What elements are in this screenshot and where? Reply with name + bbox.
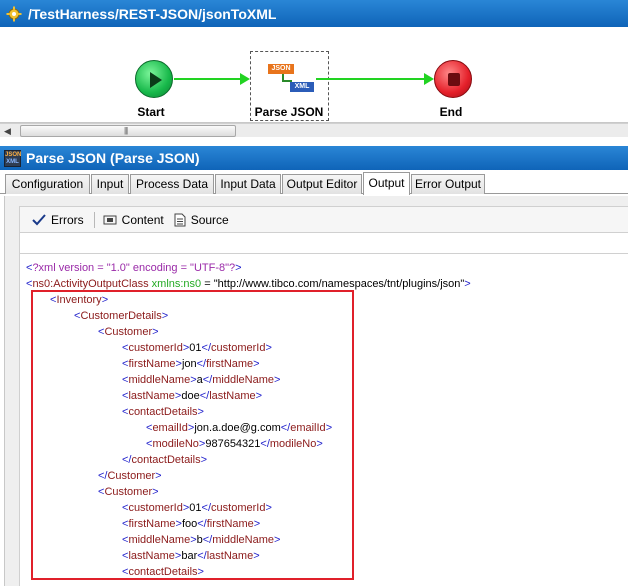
highlight-box	[31, 290, 354, 580]
xml-badge-icon: XML	[290, 82, 314, 92]
horizontal-scrollbar[interactable]: ◀ |||	[0, 123, 628, 137]
window-title: /TestHarness/REST-JSON/jsonToXML	[28, 5, 277, 22]
tab-output-editor[interactable]: Output Editor	[282, 174, 362, 194]
json-xml-icon: JSON XML	[4, 149, 22, 167]
stop-icon	[448, 73, 460, 86]
content-label: Content	[121, 212, 164, 227]
xml-declaration: <?xml version = "1.0" encoding = "UTF-8"…	[26, 262, 242, 274]
panel-icon-xml: XML	[6, 158, 19, 165]
errors-label: Errors	[51, 212, 84, 227]
json-badge-icon: JSON	[268, 64, 294, 74]
panel-title: Parse JSON (Parse JSON)	[26, 150, 200, 166]
window-title-bar: /TestHarness/REST-JSON/jsonToXML	[0, 0, 628, 27]
source-label: Source	[190, 212, 229, 227]
tab-input-data[interactable]: Input Data	[215, 174, 281, 194]
end-node[interactable]	[434, 60, 472, 98]
content-icon	[103, 214, 117, 226]
content-button[interactable]: Content	[103, 213, 164, 227]
start-node[interactable]	[135, 60, 173, 98]
tab-bar: Configuration Input Process Data Input D…	[0, 172, 628, 195]
toolbar-separator	[93, 211, 95, 228]
panel-icon-json: JSON	[5, 151, 22, 158]
scrollbar-thumb[interactable]: |||	[20, 125, 236, 137]
scrollbar-grip: |||	[124, 126, 128, 135]
source-button[interactable]: Source	[174, 213, 229, 227]
output-header-strip	[19, 232, 628, 254]
xml-root-attr-name: xmlns:ns0	[151, 278, 202, 290]
transition-line[interactable]	[174, 78, 240, 80]
tab-output[interactable]: Output	[363, 172, 410, 195]
errors-button[interactable]: Errors	[32, 213, 84, 227]
start-node-label: Start	[137, 105, 165, 119]
arrow-head-icon	[240, 73, 250, 85]
tab-process-data[interactable]: Process Data	[130, 174, 214, 194]
tab-input[interactable]: Input	[91, 174, 129, 194]
panel-header: JSON XML Parse JSON (Parse JSON)	[0, 146, 628, 170]
xml-declaration-text: ?xml version = "1.0" encoding = "UTF-8"?	[32, 262, 236, 274]
xml-root-tag: ns0:ActivityOutputClass	[32, 278, 149, 290]
source-document-icon	[174, 213, 186, 227]
scroll-left-icon[interactable]: ◀	[4, 125, 14, 137]
convert-arrow-icon	[282, 74, 292, 82]
tab-error-output[interactable]: Error Output	[411, 174, 485, 194]
transition-line[interactable]	[316, 78, 424, 80]
xml-root-attr-value: "http://www.tibco.com/namespaces/tnt/plu…	[213, 278, 465, 290]
gear-icon	[6, 6, 22, 22]
process-canvas[interactable]: Start JSON XML Parse JSON End	[0, 27, 628, 123]
end-node-label: End	[439, 105, 463, 119]
parse-json-node-label: Parse JSON	[254, 105, 324, 119]
tab-configuration[interactable]: Configuration	[5, 174, 90, 194]
checkmark-icon	[32, 213, 46, 226]
arrow-head-icon	[424, 73, 434, 85]
output-toolbar: Errors Content Source	[19, 206, 628, 232]
play-icon	[150, 72, 162, 88]
